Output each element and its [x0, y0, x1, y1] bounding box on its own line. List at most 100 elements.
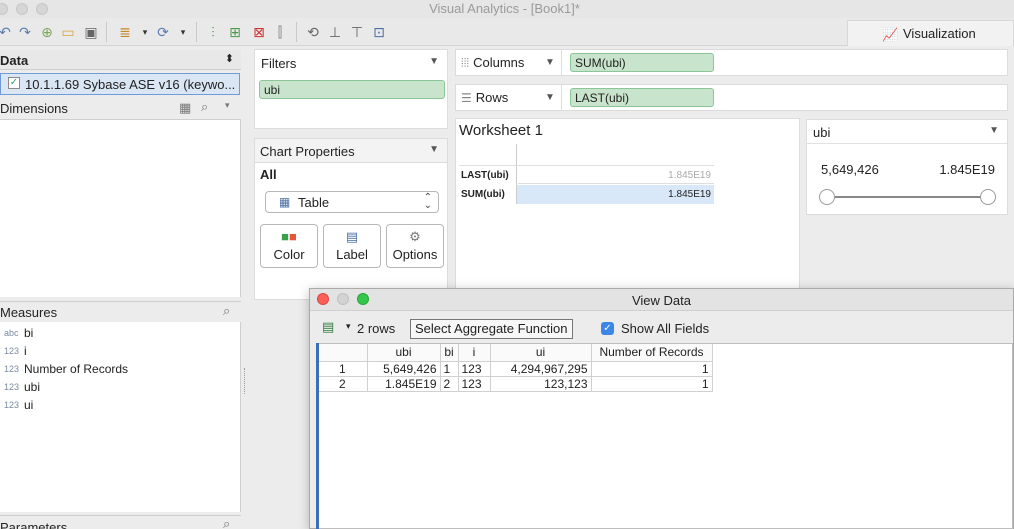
open-folder-icon[interactable]: ▭ [61, 24, 75, 40]
chevron-down-icon[interactable]: ▾ [140, 24, 150, 40]
rows-pill-last-ubi[interactable]: LAST(ubi) [570, 88, 714, 107]
grid-header-cell [317, 344, 368, 362]
chevron-down-icon[interactable]: ▼ [545, 57, 555, 68]
measure-field[interactable]: 123 ui [0, 396, 240, 414]
chevron-down-icon[interactable]: ▾ [346, 321, 351, 332]
measure-field[interactable]: 123 Number of Records [0, 360, 240, 378]
gear-icon: ⚙ [409, 229, 421, 244]
grid-cell: 5,649,426 [367, 361, 441, 377]
grid-header-cell[interactable]: i [458, 344, 491, 362]
data-source-icon[interactable]: ≣ [116, 24, 134, 40]
new-sheet-icon[interactable]: ⊕ [40, 24, 54, 40]
redo-icon[interactable]: ↷ [18, 24, 32, 40]
chevron-down-icon[interactable]: ▼ [545, 92, 555, 103]
window-title-bar: Visual Analytics - [Book1]* [0, 0, 1014, 18]
worksheet-title: Worksheet 1 [459, 122, 543, 139]
table-row[interactable]: 2 1.845E19 2 123 123,123 1 [317, 376, 713, 392]
range-slider-min-handle[interactable] [819, 189, 835, 205]
field-name: ubi [24, 380, 41, 394]
data-panel-header: Data ⬍ [0, 50, 241, 70]
range-slider-track[interactable] [827, 196, 989, 198]
grid-header-row: ubi bi i ui Number of Records [317, 344, 713, 362]
chart-properties-header: Chart Properties ▼ [255, 139, 447, 163]
field-name: Number of Records [24, 362, 129, 376]
save-icon[interactable]: ▣ [84, 24, 98, 40]
chart-properties-panel: Chart Properties ▼ All ▦ Table ⌃ ⌄ ■■ Col… [254, 138, 448, 300]
refresh-icon[interactable]: ⟳ [154, 24, 172, 40]
rows-icon: ☰ [461, 91, 472, 105]
measure-field[interactable]: abc bi [0, 324, 240, 342]
chevron-down-icon[interactable]: ▼ [429, 144, 439, 155]
parameters-header: Parameters ⌕ [0, 515, 241, 529]
search-icon[interactable]: ⌕ [201, 99, 208, 115]
chart-type-select[interactable]: ▦ Table ⌃ ⌄ [265, 191, 439, 213]
table-row[interactable]: 1 5,649,426 1 123 4,294,967,295 1 [317, 361, 713, 377]
columns-pill-sum-ubi[interactable]: SUM(ubi) [570, 53, 714, 72]
connection-row[interactable]: ✓ 10.1.1.69 Sybase ASE v16 (keywo... [0, 73, 240, 95]
ubi-filter-max: 1.845E19 [939, 162, 995, 177]
table-view-icon[interactable]: ▦ [179, 100, 191, 116]
grid-cell: 123,123 [490, 376, 592, 392]
search-icon[interactable]: ⌕ [223, 303, 230, 319]
worksheet-cell[interactable]: 1.845E19 [517, 185, 714, 204]
grid-header-cell[interactable]: bi [440, 344, 459, 362]
select-aggregate-function-button[interactable]: Select Aggregate Function [410, 319, 573, 339]
sort-ascending-icon[interactable]: ⊥ [327, 24, 343, 40]
chevron-down-icon[interactable]: ▼ [429, 56, 439, 67]
view-data-grid-container: ubi bi i ui Number of Records 1 5,649,42… [316, 343, 1013, 529]
worksheet-cell[interactable]: 1.845E19 [518, 166, 714, 184]
toolbar-separator [296, 22, 297, 42]
measures-list: abc bi 123 i 123 Number of Records 123 u… [0, 322, 241, 512]
color-palette-icon: ■■ [281, 229, 297, 244]
group-icon[interactable]: ⊡ [371, 24, 387, 40]
field-type-icon: 123 [4, 346, 20, 356]
options-button[interactable]: ⚙ Options [386, 224, 444, 268]
columns-shelf: ⦙⦙⦙ Columns ▼ SUM(ubi) [455, 49, 1008, 76]
up-down-chevron-icon: ⌃ ⌄ [423, 192, 432, 211]
show-all-fields-label: Show All Fields [621, 321, 710, 336]
chevron-down-icon[interactable]: ▼ [989, 125, 999, 136]
chevron-down-icon[interactable]: ▾ [225, 100, 230, 111]
show-all-fields-checkbox[interactable]: ✓ [601, 322, 614, 335]
measure-field[interactable]: 123 i [0, 342, 240, 360]
filter-pill-ubi[interactable]: ubi [259, 80, 445, 99]
pane-splitter[interactable] [244, 368, 246, 394]
grid-header-cell[interactable]: ubi [367, 344, 441, 362]
measure-field[interactable]: 123 ubi [0, 378, 240, 396]
duplicate-chart-icon[interactable]: ⊞ [227, 24, 243, 40]
worksheet-row-label: SUM(ubi) [461, 189, 505, 200]
table-icon: ▦ [279, 195, 291, 209]
grid-cell: 123 [458, 361, 491, 377]
add-chart-icon[interactable]: ⫶ [205, 24, 221, 40]
window-title: Visual Analytics - [Book1]* [429, 1, 580, 16]
grid-header-cell[interactable]: Number of Records [591, 344, 713, 362]
swap-icon[interactable]: ⟲ [305, 24, 321, 40]
worksheet-area: Worksheet 1 LAST(ubi) 1.845E19 SUM(ubi) … [455, 118, 800, 295]
row-count[interactable]: 2 rows [357, 321, 395, 336]
measures-header: Measures ⌕ [0, 301, 241, 321]
chart-properties-title: Chart Properties [260, 144, 355, 159]
grid-cell: 1 [317, 361, 368, 377]
visualization-chart-icon: 📈 [882, 27, 899, 42]
range-slider-max-handle[interactable] [980, 189, 996, 205]
undo-icon[interactable]: ↶ [0, 24, 12, 40]
bar-chart-icon[interactable]: ⫿ [272, 24, 288, 40]
clear-chart-icon[interactable]: ⊠ [251, 24, 267, 40]
chart-properties-scope: All [260, 167, 277, 182]
dimensions-header: Dimensions ▦ ⌕ ▾ [0, 98, 241, 118]
color-button[interactable]: ■■ Color [260, 224, 318, 268]
sort-descending-icon[interactable]: ⊤ [349, 24, 365, 40]
grid-header-cell[interactable]: ui [490, 344, 592, 362]
measures-title: Measures [0, 305, 58, 320]
label-button[interactable]: ▤ Label [323, 224, 381, 268]
visualization-tab[interactable]: 📈 Visualization [847, 20, 1014, 46]
grid-cell: 4,294,967,295 [490, 361, 592, 377]
rows-shelf-label: ☰ Rows [461, 90, 509, 105]
up-down-arrows-icon[interactable]: ⬍ [225, 52, 234, 65]
filters-panel: Filters ▼ ubi [254, 49, 448, 129]
view-data-title-bar: View Data [310, 289, 1013, 311]
export-excel-icon[interactable]: ▤ [322, 319, 334, 335]
search-icon[interactable]: ⌕ [223, 516, 230, 529]
chevron-down-icon[interactable]: ▾ [178, 24, 188, 40]
field-name: i [24, 344, 27, 358]
